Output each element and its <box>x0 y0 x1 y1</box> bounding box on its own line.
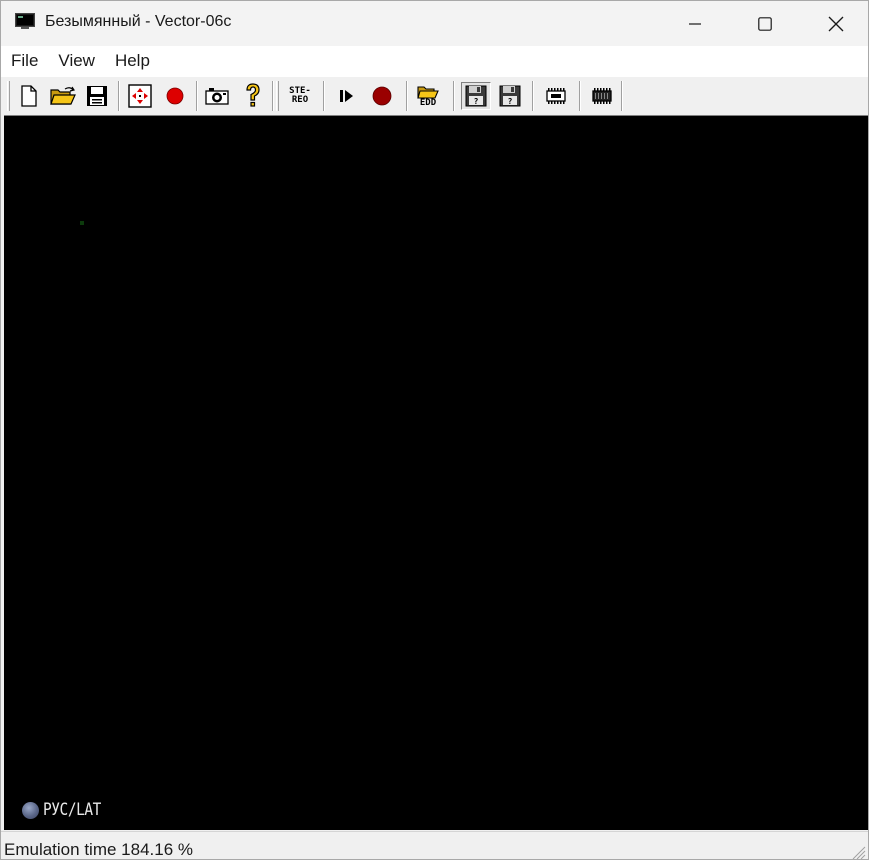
new-button[interactable] <box>14 82 44 110</box>
close-button[interactable] <box>813 1 859 46</box>
toolbar-separator <box>118 81 120 111</box>
menu-view[interactable]: View <box>48 46 105 76</box>
floppy-b-icon: ? <box>499 85 521 107</box>
close-icon <box>828 16 844 31</box>
open-edd-icon: EDD <box>417 85 439 108</box>
drive-a-button[interactable]: ? <box>461 82 491 110</box>
minimize-icon <box>689 22 701 25</box>
ram-chip-icon <box>546 88 566 104</box>
toolbar-grip[interactable] <box>7 81 10 111</box>
menu-file[interactable]: File <box>1 46 48 76</box>
rom-button[interactable] <box>587 82 617 110</box>
fullscreen-arrows-icon <box>128 84 152 108</box>
rus-lat-label: РУС/LAT <box>43 800 101 820</box>
ram-disk-button[interactable] <box>541 82 571 110</box>
svg-text:?: ? <box>474 97 479 106</box>
open-folder-icon <box>50 86 76 105</box>
play-step-icon <box>340 90 353 102</box>
toolbar-separator <box>323 81 325 111</box>
rom-chip-icon <box>592 88 612 104</box>
status-bar: Emulation time 184.16 % <box>1 831 868 860</box>
toolbar-separator <box>453 81 455 111</box>
stereo-label-bottom: REO <box>291 95 309 105</box>
open-button[interactable] <box>48 82 78 110</box>
svg-text:?: ? <box>508 97 513 106</box>
camera-icon <box>205 88 229 105</box>
toolbar-separator <box>579 81 581 111</box>
menu-help[interactable]: Help <box>105 46 160 76</box>
toolbar-separator <box>272 81 274 111</box>
stereo-icon: STE- REO <box>289 87 311 105</box>
record-button[interactable] <box>160 82 190 110</box>
screen-pixel <box>80 221 84 225</box>
fullscreen-button[interactable] <box>125 82 155 110</box>
minimize-button[interactable] <box>672 1 718 46</box>
app-monitor-icon <box>15 13 35 29</box>
toolbar-separator <box>406 81 408 111</box>
stop-record-icon <box>372 86 392 106</box>
save-button[interactable] <box>82 82 112 110</box>
open-edd-button[interactable]: EDD <box>413 82 443 110</box>
drive-b-button[interactable]: ? <box>495 82 525 110</box>
emulation-time-status: Emulation time 184.16 % <box>4 840 193 859</box>
indicator-led-icon <box>22 801 39 819</box>
toolbar: STE- REO EDD ? ? <box>1 76 868 114</box>
edd-label: EDD <box>419 97 437 108</box>
resize-grip-icon[interactable] <box>850 844 866 860</box>
toolbar-separator <box>621 81 623 111</box>
stereo-button[interactable]: STE- REO <box>285 82 315 110</box>
screenshot-button[interactable] <box>202 82 232 110</box>
emulator-screen[interactable]: РУС/LAT <box>4 115 868 830</box>
rus-lat-indicator: РУС/LAT <box>22 800 111 820</box>
help-question-icon <box>246 83 260 107</box>
save-disk-icon <box>87 86 107 106</box>
title-bar[interactable]: Безымянный - Vector-06c <box>1 1 868 46</box>
stop-button[interactable] <box>367 82 397 110</box>
about-button[interactable] <box>238 82 268 110</box>
record-red-icon <box>166 87 184 105</box>
folder-icon <box>417 85 439 99</box>
toolbar-separator <box>532 81 534 111</box>
toolbar-grip[interactable] <box>276 81 279 111</box>
maximize-icon <box>758 16 772 31</box>
floppy-a-icon: ? <box>465 85 487 107</box>
toolbar-separator <box>196 81 198 111</box>
maximize-button[interactable] <box>742 1 788 46</box>
menu-bar: File View Help <box>1 46 868 76</box>
app-window: Безымянный - Vector-06c File View Help S… <box>0 0 869 860</box>
run-button[interactable] <box>332 82 362 110</box>
window-title: Безымянный - Vector-06c <box>45 13 232 30</box>
new-file-icon <box>21 85 37 107</box>
